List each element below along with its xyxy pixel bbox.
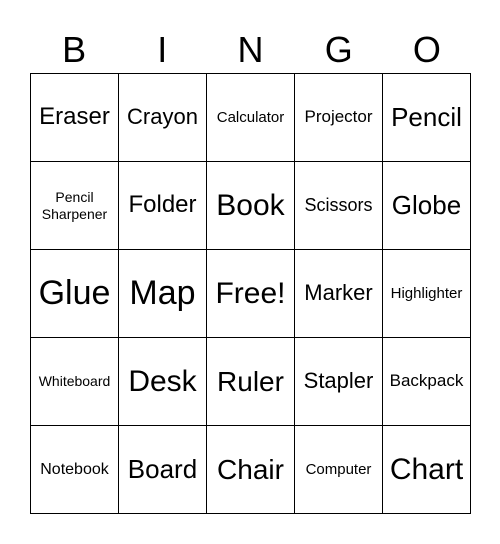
bingo-cell[interactable]: Notebook <box>31 426 119 514</box>
header-letter-n: N <box>237 29 264 70</box>
bingo-cell[interactable]: Folder <box>119 162 207 250</box>
bingo-cell[interactable]: Glue <box>31 250 119 338</box>
header-letter-o: O <box>412 29 441 70</box>
bingo-cell[interactable]: Board <box>119 426 207 514</box>
bingo-cell[interactable]: Chair <box>207 426 295 514</box>
bingo-cell[interactable]: Calculator <box>207 74 295 162</box>
bingo-header: B I N G O <box>30 28 471 72</box>
bingo-cell[interactable]: Pencil <box>383 74 471 162</box>
bingo-cell[interactable]: Whiteboard <box>31 338 119 426</box>
header-letter-b: B <box>62 29 87 70</box>
bingo-grid: Eraser Crayon Calculator Projector Penci… <box>30 73 471 514</box>
bingo-cell[interactable]: Projector <box>295 74 383 162</box>
bingo-cell[interactable]: Chart <box>383 426 471 514</box>
header-letter-g: G <box>324 29 353 70</box>
bingo-cell[interactable]: Map <box>119 250 207 338</box>
bingo-cell[interactable]: Highlighter <box>383 250 471 338</box>
bingo-cell[interactable]: Backpack <box>383 338 471 426</box>
bingo-cell[interactable]: Ruler <box>207 338 295 426</box>
bingo-cell[interactable]: Stapler <box>295 338 383 426</box>
bingo-cell[interactable]: Scissors <box>295 162 383 250</box>
bingo-cell[interactable]: Eraser <box>31 74 119 162</box>
bingo-cell[interactable]: Computer <box>295 426 383 514</box>
free-space-cell[interactable]: Free! <box>207 250 295 338</box>
bingo-cell[interactable]: Marker <box>295 250 383 338</box>
bingo-cell[interactable]: Desk <box>119 338 207 426</box>
header-letter-i: I <box>157 29 168 70</box>
bingo-cell[interactable]: Pencil Sharpener <box>31 162 119 250</box>
bingo-cell[interactable]: Globe <box>383 162 471 250</box>
bingo-cell[interactable]: Book <box>207 162 295 250</box>
bingo-cell[interactable]: Crayon <box>119 74 207 162</box>
